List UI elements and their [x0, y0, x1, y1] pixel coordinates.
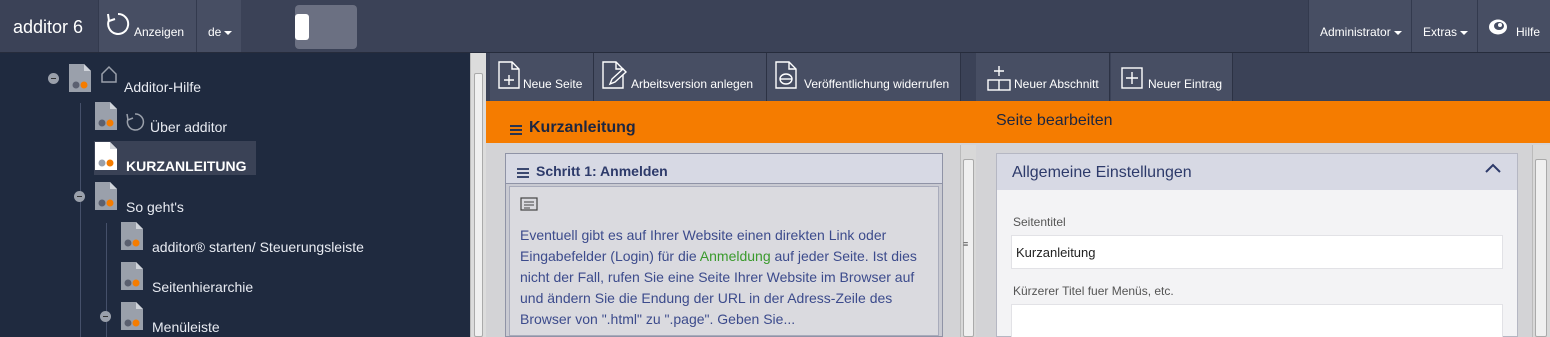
tree-item-additor-starten[interactable]: additor® starten/ Steuerungsleiste [120, 222, 420, 259]
page-icon [121, 262, 143, 290]
tree-label: Über additor [150, 119, 228, 135]
step-title: Schritt 1: Anmelden [536, 163, 668, 179]
hilfe-label: Hilfe [1516, 25, 1541, 39]
page-title: Kurzanleitung [529, 119, 636, 136]
seitentitel-label: Seitentitel [1013, 215, 1066, 229]
extras-menu[interactable]: Extras [1411, 0, 1477, 52]
app-brand: additor 6 [13, 17, 84, 37]
settings-title: Allgemeine Einstellungen [1012, 164, 1192, 181]
refresh-icon [107, 12, 130, 35]
caret-down-icon [1460, 30, 1469, 35]
page-icon [95, 182, 117, 210]
tree-item-additor-hilfe[interactable]: Additor-Hilfe [48, 64, 348, 101]
content-toolbar: Neue Seite Arbeitsversion anlegen Veröff… [486, 53, 1550, 101]
hilfe-button[interactable]: Hilfe [1477, 0, 1550, 52]
step-text: Eventuell gibt es auf Ihrer Website eine… [520, 225, 936, 330]
tree-label: additor® starten/ Steuerungsleiste [152, 239, 364, 255]
anzeigen-button[interactable]: Anzeigen [98, 0, 196, 52]
edit-page-icon [602, 61, 628, 89]
page-icon [95, 102, 117, 130]
app-root: additor 6 Anzeigen de Administrator Extr… [0, 0, 1550, 337]
neue-seite-button[interactable]: Neue Seite [490, 53, 594, 101]
tree-label: Additor-Hilfe [124, 79, 202, 95]
settings-scrollbar[interactable] [1532, 145, 1550, 337]
top-bar: additor 6 Anzeigen de Administrator Extr… [0, 0, 1550, 53]
seitentitel-input[interactable] [1011, 235, 1503, 269]
new-entry-icon [1121, 67, 1143, 89]
tree-item-seitenhierarchie[interactable]: Seitenhierarchie [120, 262, 320, 299]
menu-icon[interactable] [510, 125, 522, 135]
language-label: de [208, 25, 222, 39]
toggle-knob[interactable] [295, 14, 309, 40]
new-page-icon [498, 61, 520, 89]
sidebar-scrollbar[interactable] [470, 53, 486, 337]
tree-label: So geht's [126, 199, 184, 215]
language-dropdown[interactable]: de [196, 0, 241, 52]
settings-header[interactable]: Allgemeine Einstellungen [997, 154, 1517, 190]
page-icon [121, 302, 143, 330]
tree-label: KURZANLEITUNG [126, 158, 247, 174]
tree-item-menueleiste[interactable]: Menüleiste [100, 302, 300, 337]
help-icon [1489, 19, 1507, 35]
mode-toggle[interactable] [295, 5, 357, 49]
scrollbar-thumb[interactable] [474, 73, 483, 337]
anmeldung-link[interactable]: Anmeldung [700, 248, 771, 264]
administrator-menu[interactable]: Administrator [1308, 0, 1411, 52]
expander-icon[interactable] [100, 311, 111, 322]
caret-down-icon [224, 30, 233, 35]
edit-mode-label: Seite bearbeiten [996, 112, 1113, 129]
page-header-bar: Kurzanleitung Seite bearbeiten [486, 101, 1550, 143]
caret-down-icon [1393, 30, 1402, 35]
page-icon [69, 64, 91, 92]
main-area: Neue Seite Arbeitsversion anlegen Veröff… [486, 53, 1550, 337]
neuer-abschnitt-label: Neuer Abschnitt [1014, 77, 1099, 91]
expander-icon[interactable] [48, 73, 59, 84]
scrollbar-thumb[interactable] [1535, 159, 1547, 337]
step-content[interactable]: Eventuell gibt es auf Ihrer Website eine… [509, 186, 939, 336]
arbeitsversion-button[interactable]: Arbeitsversion anlegen [594, 53, 767, 101]
drag-handle-icon[interactable] [517, 168, 529, 178]
chevron-up-icon[interactable] [1484, 162, 1502, 174]
text-block-icon [520, 197, 538, 211]
veroeffentlichung-label: Veröffentlichung widerrufen [804, 77, 950, 91]
tree-item-so-gehts[interactable]: So geht's [74, 182, 274, 219]
administrator-label: Administrator [1320, 25, 1391, 39]
neue-seite-label: Neue Seite [523, 77, 583, 91]
arbeitsversion-label: Arbeitsversion anlegen [631, 77, 754, 91]
tree-label: Menüleiste [152, 319, 220, 335]
scroll-grip-icon: ≡ [963, 239, 969, 249]
page-icon [121, 222, 143, 250]
tree-item-ueber-additor[interactable]: Über additor [94, 102, 354, 139]
tree-item-kurzanleitung[interactable]: KURZANLEITUNG [94, 141, 260, 177]
expander-icon[interactable] [74, 191, 85, 202]
neuer-eintrag-label: Neuer Eintrag [1148, 77, 1223, 91]
unpublish-icon [775, 61, 797, 89]
step-header[interactable]: Schritt 1: Anmelden [506, 154, 942, 184]
home-icon [101, 65, 117, 83]
settings-panel: Allgemeine Einstellungen Seitentitel Kür… [996, 153, 1518, 337]
content-scrollbar[interactable]: ≡ [960, 145, 976, 337]
kurztitel-label: Kürzerer Titel fuer Menüs, etc. [1013, 284, 1174, 298]
refresh-icon [126, 113, 145, 131]
veroeffentlichung-button[interactable]: Veröffentlichung widerrufen [767, 53, 961, 101]
step-section: Schritt 1: Anmelden Eventuell gibt es au… [505, 153, 943, 337]
tree-line [80, 103, 81, 337]
kurztitel-input[interactable] [1011, 304, 1503, 337]
neuer-eintrag-button[interactable]: Neuer Eintrag [1111, 53, 1233, 101]
new-section-icon [987, 66, 1011, 91]
tree-label: Seitenhierarchie [152, 279, 254, 295]
page-icon [95, 142, 117, 170]
extras-label: Extras [1423, 25, 1458, 39]
page-tree: Additor-Hilfe Über additor KURZANLEITUNG… [0, 53, 470, 337]
anzeigen-label: Anzeigen [134, 25, 185, 39]
neuer-abschnitt-button[interactable]: Neuer Abschnitt [976, 53, 1110, 101]
